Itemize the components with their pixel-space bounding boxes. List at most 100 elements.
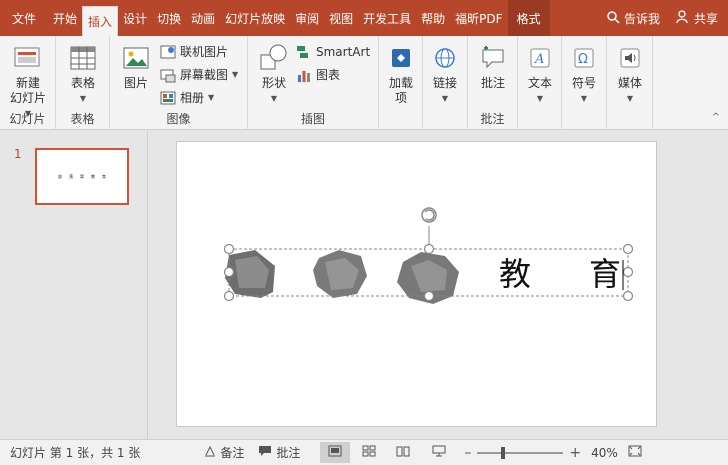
chevron-down-icon: ▼ bbox=[232, 70, 239, 79]
notes-icon bbox=[204, 445, 216, 460]
ribbon-tab-bar: 文件 开始 插入 设计 切换 动画 幻灯片放映 审阅 视图 开发工具 帮助 福昕… bbox=[0, 0, 728, 36]
tab-foxit-pdf[interactable]: 福昕PDF bbox=[450, 0, 507, 36]
chevron-down-icon: ▼ bbox=[79, 94, 87, 103]
smartart-icon bbox=[296, 44, 312, 60]
svg-text:Ω: Ω bbox=[578, 52, 588, 67]
picture-icon bbox=[120, 42, 152, 74]
group-images-label: 图像 bbox=[166, 112, 191, 126]
zoom-slider-thumb[interactable] bbox=[501, 446, 506, 459]
tab-animations[interactable]: 动画 bbox=[186, 0, 220, 36]
slide-info: 幻灯片 第 1 张，共 1 张 bbox=[10, 446, 141, 460]
thumb-char: 落 bbox=[69, 173, 73, 179]
links-button[interactable]: 链接 ▼ bbox=[427, 42, 463, 106]
tab-insert[interactable]: 插入 bbox=[82, 6, 119, 36]
tab-transitions[interactable]: 切换 bbox=[152, 0, 186, 36]
status-bar: 幻灯片 第 1 张，共 1 张 备注 批注 – + 40% bbox=[0, 439, 728, 465]
tab-file[interactable]: 文件 bbox=[0, 0, 48, 36]
group-illustrations-label: 插图 bbox=[300, 112, 325, 126]
normal-view-button[interactable] bbox=[320, 442, 351, 463]
svg-text:A: A bbox=[534, 52, 544, 67]
shapes-label: 形状 bbox=[261, 76, 286, 90]
picture-button[interactable]: 图片 bbox=[118, 42, 154, 91]
chevron-down-icon: ▼ bbox=[441, 94, 449, 103]
speaker-icon bbox=[614, 42, 646, 74]
slide-sorter-view-button[interactable] bbox=[362, 445, 376, 460]
group-slides-label: 幻灯片 bbox=[9, 112, 46, 126]
tell-me-box[interactable]: 告诉我 bbox=[598, 10, 668, 27]
group-images: 图片 联机图片 屏幕截图 ▼ 相册 ▼ 图像 bbox=[110, 36, 248, 130]
tab-view[interactable]: 视图 bbox=[324, 0, 358, 36]
slide-thumbnail[interactable]: 部 落 窝 教 育 bbox=[35, 148, 129, 205]
table-label: 表格 bbox=[70, 76, 95, 90]
normal-view-icon bbox=[328, 445, 342, 460]
shapes-icon bbox=[258, 42, 290, 74]
zoom-level[interactable]: 40% bbox=[591, 446, 618, 460]
tab-format[interactable]: 格式 bbox=[507, 0, 550, 36]
symbols-button[interactable]: Ω 符号 ▼ bbox=[566, 42, 602, 106]
album-button[interactable]: 相册 ▼ bbox=[160, 89, 214, 106]
media-button[interactable]: 媒体 ▼ bbox=[612, 42, 648, 106]
comment-button[interactable]: 批注 bbox=[474, 42, 512, 91]
smartart-button[interactable]: SmartArt bbox=[296, 44, 370, 60]
table-button[interactable]: 表格 ▼ bbox=[64, 42, 102, 106]
text-label: 文本 bbox=[527, 76, 552, 90]
ribbon: 新建 幻灯片 ▼ 幻灯片 表格 ▼ 表格 图片 联机图片 屏幕截图 ▼ 相册 ▼… bbox=[0, 36, 728, 130]
chevron-down-icon: ▼ bbox=[580, 94, 588, 103]
symbols-label: 符号 bbox=[571, 76, 596, 90]
tab-developer[interactable]: 开发工具 bbox=[358, 0, 416, 36]
slide-char-yu: 育 bbox=[589, 255, 622, 293]
online-picture-button[interactable]: 联机图片 bbox=[160, 43, 228, 60]
tabbar-right: 告诉我 共享 bbox=[598, 0, 728, 36]
links-label: 链接 bbox=[432, 76, 457, 90]
comments-status-label: 批注 bbox=[276, 446, 301, 460]
group-illustrations: 形状 ▼ SmartArt 图表 插图 bbox=[248, 36, 379, 130]
tab-slideshow[interactable]: 幻灯片放映 bbox=[220, 0, 290, 36]
shapes-button[interactable]: 形状 ▼ bbox=[254, 42, 294, 106]
group-comments: 批注 批注 bbox=[468, 36, 518, 130]
book-view-icon bbox=[396, 445, 410, 460]
text-box-icon: A bbox=[524, 42, 556, 74]
ribbon-collapse-button[interactable]: ^ bbox=[712, 112, 720, 123]
zoom-slider-track bbox=[477, 451, 564, 454]
screenshot-button[interactable]: 屏幕截图 ▼ bbox=[160, 66, 238, 83]
text-button[interactable]: A 文本 ▼ bbox=[522, 42, 558, 106]
slide-drawing bbox=[223, 207, 634, 304]
person-icon bbox=[676, 9, 690, 27]
slideshow-view-button[interactable] bbox=[432, 445, 446, 460]
group-text: A 文本 ▼ bbox=[518, 36, 562, 130]
slide-canvas[interactable]: 教 育 bbox=[176, 141, 657, 427]
tab-home[interactable]: 开始 bbox=[48, 0, 82, 36]
fit-to-window-button[interactable] bbox=[628, 445, 642, 460]
notes-button[interactable]: 备注 bbox=[204, 444, 244, 461]
tab-review[interactable]: 审阅 bbox=[290, 0, 324, 36]
zoom-in-button[interactable]: + bbox=[569, 445, 581, 461]
grid-view-icon bbox=[362, 445, 376, 460]
addins-button[interactable]: 加载 项 bbox=[383, 42, 419, 106]
group-tables: 表格 ▼ 表格 bbox=[56, 36, 110, 130]
rotate-handle[interactable] bbox=[421, 207, 437, 223]
comments-status-button[interactable]: 批注 bbox=[258, 444, 300, 461]
media-label: 媒体 bbox=[617, 76, 642, 90]
thumb-char: 部 bbox=[58, 173, 62, 179]
comment-icon bbox=[477, 42, 509, 74]
new-slide-icon bbox=[12, 42, 44, 74]
reading-view-button[interactable] bbox=[396, 445, 410, 460]
chevron-down-icon: ▼ bbox=[270, 94, 278, 103]
share-button[interactable]: 共享 bbox=[668, 9, 728, 27]
notes-label: 备注 bbox=[220, 446, 245, 460]
chart-button[interactable]: 图表 bbox=[296, 66, 340, 83]
thumbnail-number: 1 bbox=[14, 147, 22, 161]
group-slides: 新建 幻灯片 ▼ 幻灯片 bbox=[0, 36, 56, 130]
bar-chart-icon bbox=[296, 67, 312, 83]
tab-design[interactable]: 设计 bbox=[118, 0, 152, 36]
tab-help[interactable]: 帮助 bbox=[416, 0, 450, 36]
zoom-out-button[interactable]: – bbox=[464, 445, 471, 461]
screenshot-label: 屏幕截图 bbox=[180, 68, 229, 82]
online-picture-label: 联机图片 bbox=[180, 45, 229, 59]
picture-label: 图片 bbox=[123, 76, 148, 90]
omega-icon: Ω bbox=[568, 42, 600, 74]
globe-link-icon bbox=[429, 42, 461, 74]
thumb-char: 窝 bbox=[80, 173, 84, 179]
zoom-slider[interactable] bbox=[477, 446, 564, 459]
group-symbols: Ω 符号 ▼ bbox=[562, 36, 607, 130]
